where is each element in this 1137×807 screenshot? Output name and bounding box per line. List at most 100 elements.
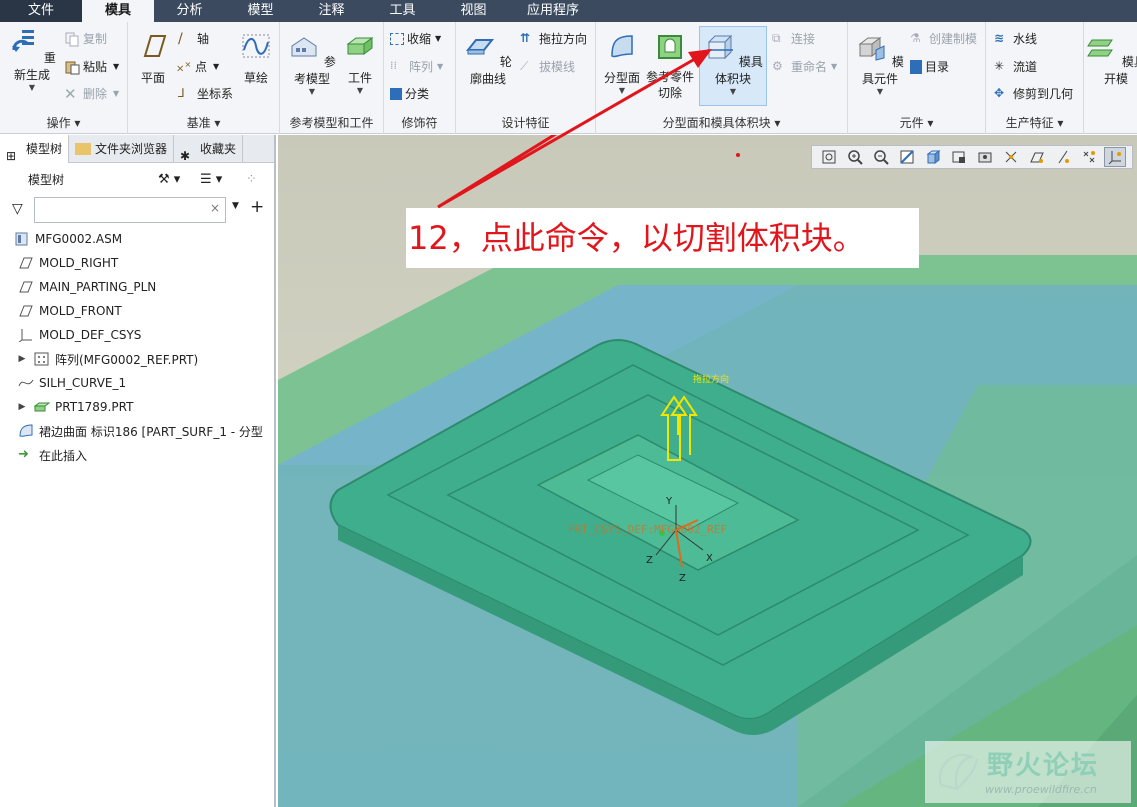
regenerate-icon (12, 30, 35, 52)
tree-settings-icon[interactable]: ⚒ ▾ (158, 172, 180, 187)
delete-button[interactable]: ✕ 删除 ▼ (64, 85, 119, 102)
trim-icon: ✥ (994, 85, 1005, 100)
create-mold-button[interactable]: ⚗ 创建制模 (910, 30, 977, 47)
clear-icon[interactable]: × (210, 201, 220, 215)
waterline-icon: ≋ (994, 30, 1005, 45)
model-tree: MFG0002.ASM MOLD_RIGHT MAIN_PARTING_PLN … (0, 225, 274, 467)
tree-item[interactable]: 裙边曲面 标识186 [PART_SURF_1 - 分型 (0, 419, 274, 443)
ref-model-button[interactable]: 参考模型 ▼ (286, 32, 338, 96)
axis-button[interactable]: / 轴 (178, 30, 209, 47)
star-icon: ✱ (180, 149, 191, 163)
tree-item[interactable]: ➜ 在此插入 (0, 443, 274, 467)
classify-button[interactable]: 分类 (390, 85, 429, 102)
forum-logo-icon (938, 754, 978, 791)
connect-button[interactable]: ⧉ 连接 (772, 30, 815, 47)
draw-direction-button[interactable]: ⇈ 拖拉方向 (520, 30, 587, 47)
axis-y-label: Y (665, 496, 673, 507)
mold-component-button[interactable]: 模具元件 ▼ (852, 32, 908, 96)
expand-arrow-icon[interactable]: ▶ (16, 402, 28, 412)
shrink-button[interactable]: 收缩 ▼ (390, 30, 441, 47)
chevron-down-icon: ▼ (729, 87, 737, 96)
tab-mold[interactable]: 模具 (82, 0, 154, 22)
ref-model-icon (291, 37, 317, 57)
ref-part-cutout-button[interactable]: 参考零件切除 (644, 32, 696, 101)
sketch-button[interactable]: 草绘 (238, 32, 274, 86)
point-button[interactable]: ×× 点 ▼ (176, 58, 219, 75)
tree-item[interactable]: MAIN_PARTING_PLN (0, 275, 274, 299)
mold-volume-button[interactable]: 模具体积块 ▼ (700, 32, 766, 96)
classify-icon (390, 87, 402, 100)
tree-filter-settings-icon[interactable]: ⁘ (246, 172, 257, 187)
csys-button[interactable]: ⅃ 坐标系 (178, 85, 233, 102)
catalog-icon (910, 59, 922, 74)
delete-icon: ✕ (64, 84, 77, 103)
tab-file[interactable]: 文件 (0, 0, 82, 22)
tree-columns-icon[interactable]: ☰ ▾ (200, 172, 222, 187)
surface-icon (19, 424, 33, 437)
draft-line-icon: ⟋ (520, 58, 529, 73)
add-icon[interactable]: + (250, 197, 264, 217)
trim-to-geometry-button[interactable]: ✥ 修剪到几何 (994, 85, 1073, 102)
expand-arrow-icon[interactable]: ▶ (16, 354, 28, 364)
tab-tools[interactable]: 工具 (367, 0, 438, 22)
pattern-icon: ⁞⁞ (390, 58, 397, 72)
parting-surface-button[interactable]: 分型面 ▼ (600, 32, 644, 95)
datum-plane-icon (19, 257, 33, 269)
group-modifiers: 收缩 ▼ ⁞⁞ 阵列 ▼ 分类 修饰符 (384, 22, 456, 134)
tree-item[interactable]: SILH_CURVE_1 (0, 371, 274, 395)
tree-item[interactable]: MOLD_RIGHT (0, 251, 274, 275)
group-label-production[interactable]: 生产特征 ▾ (986, 114, 1083, 131)
tab-folder-browser[interactable]: 文件夹浏览器 (69, 135, 175, 163)
ribbon: 重新生成 ▼ 复制 粘贴 ▼ ✕ 删除 ▼ 操作 ▾ 平面 / 轴 ×× 点 ▼… (0, 22, 1137, 134)
runner-button[interactable]: ✳ 流道 (994, 58, 1037, 75)
chevron-down-icon: ▼ (618, 86, 626, 95)
tree-item[interactable]: ▶ 阵列(MFG0002_REF.PRT) (0, 347, 274, 371)
group-parting: 分型面 ▼ 参考零件切除 模具体积块 ▼ ⧉ 连接 ⚙ 重命名 ▼ 分型面和模具… (596, 22, 848, 134)
tab-favorites[interactable]: ✱ 收藏夹 (174, 135, 244, 163)
group-label-operations[interactable]: 操作 ▾ (0, 114, 127, 131)
tree-search-input[interactable] (34, 197, 226, 223)
tab-view[interactable]: 视图 (438, 0, 509, 22)
group-label-datum[interactable]: 基准 ▾ (128, 114, 279, 131)
regenerate-button[interactable]: 重新生成 ▼ (4, 28, 60, 92)
group-operations: 重新生成 ▼ 复制 粘贴 ▼ ✕ 删除 ▼ 操作 ▾ (0, 22, 128, 134)
chevron-down-icon[interactable]: ▼ (232, 201, 239, 211)
tab-analysis[interactable]: 分析 (154, 0, 225, 22)
pattern-icon (34, 352, 49, 366)
tree-item[interactable]: MOLD_FRONT (0, 299, 274, 323)
paste-button[interactable]: 粘贴 ▼ (64, 58, 119, 75)
copy-button[interactable]: 复制 (64, 30, 107, 47)
chevron-down-icon: ▼ (435, 34, 442, 43)
tab-applications[interactable]: 应用程序 (509, 0, 597, 22)
model-tree-panel: ⊞ 模型树 文件夹浏览器 ✱ 收藏夹 模型树 ⚒ ▾ ☰ ▾ ⁘ ▽ × ▼ +… (0, 135, 276, 807)
group-datum: 平面 / 轴 ×× 点 ▼ ⅃ 坐标系 草绘 基准 ▾ (128, 22, 280, 134)
tab-model-tree[interactable]: ⊞ 模型树 (0, 135, 70, 163)
model-tree-title: 模型树 (28, 172, 65, 187)
draft-line-button[interactable]: ⟋ 拔模线 (520, 58, 575, 75)
waterline-button[interactable]: ≋ 水线 (994, 30, 1037, 47)
pattern-button[interactable]: ⁞⁞ 阵列 ▼ (390, 58, 443, 75)
instruction-callout: 12，点此命令，以切割体积块。 (406, 208, 919, 268)
tree-item[interactable]: MFG0002.ASM (0, 227, 274, 251)
mold-open-button[interactable]: 模具开模 (1086, 32, 1137, 87)
tree-filter-bar: ▽ × ▼ + (0, 195, 274, 225)
create-mold-icon: ⚗ (910, 30, 921, 45)
group-label-modifiers: 修饰符 (401, 116, 438, 130)
tree-item[interactable]: MOLD_DEF_CSYS (0, 323, 274, 347)
rename-button[interactable]: ⚙ 重命名 ▼ (772, 58, 837, 75)
folder-icon (75, 143, 92, 155)
filter-icon: ▽ (12, 201, 23, 217)
tab-model[interactable]: 模型 (225, 0, 296, 22)
runner-icon: ✳ (994, 58, 1005, 73)
silhouette-curve-button[interactable]: 轮廓曲线 (460, 32, 516, 87)
group-label-parting[interactable]: 分型面和模具体积块 ▾ (596, 114, 847, 131)
mold-component-icon (858, 37, 885, 61)
group-components: 模具元件 ▼ ⚗ 创建制模 目录 元件 ▾ (848, 22, 986, 134)
workpiece-button[interactable]: 工件 ▼ (342, 32, 378, 95)
tree-item[interactable]: ▶ PRT1789.PRT (0, 395, 274, 419)
group-label-components[interactable]: 元件 ▾ (848, 114, 985, 131)
axis-z-left-label: Z (646, 555, 653, 566)
plane-button[interactable]: 平面 (134, 32, 172, 86)
tab-annotate[interactable]: 注释 (296, 0, 367, 22)
catalog-button[interactable]: 目录 (910, 58, 949, 75)
